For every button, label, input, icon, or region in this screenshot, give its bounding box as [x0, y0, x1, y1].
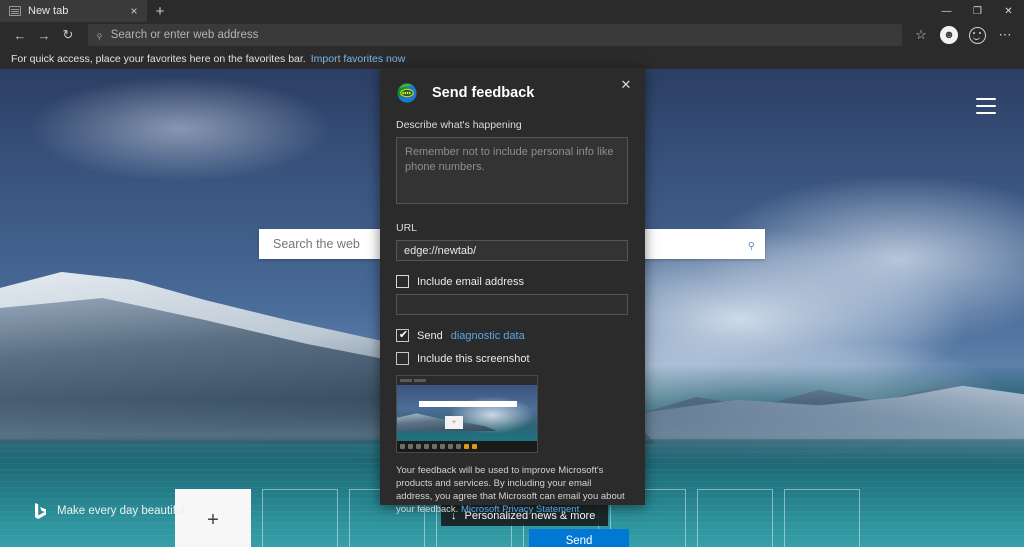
tab-new-tab[interactable]: New tab × — [0, 0, 147, 22]
page-settings-hamburger-icon[interactable] — [976, 98, 996, 114]
shortcut-tile[interactable] — [697, 489, 773, 547]
send-diagnostic-checkbox[interactable] — [396, 328, 410, 342]
newtab-icon — [9, 6, 21, 16]
email-input[interactable] — [396, 294, 628, 315]
feedback-button[interactable] — [964, 23, 990, 47]
thumbnail-page: + — [397, 385, 537, 443]
favorites-bar-message: For quick access, place your favorites h… — [11, 52, 306, 65]
favorites-bar: For quick access, place your favorites h… — [0, 48, 1024, 69]
bing-attribution[interactable]: Make every day beautiful — [34, 503, 185, 519]
settings-menu-icon[interactable]: ⋯ — [992, 23, 1018, 47]
feedback-hub-icon — [396, 82, 418, 104]
navigation-bar: ← → ↻ ⌕ Search or enter web address ☆ ☻ … — [0, 22, 1024, 48]
thumbnail-chrome — [397, 376, 537, 385]
back-icon[interactable]: ← — [8, 23, 32, 47]
tab-strip: New tab × + — ❐ ✕ — [0, 0, 1024, 22]
refresh-icon[interactable]: ↻ — [56, 23, 80, 47]
window-controls: — ❐ ✕ — [931, 0, 1024, 22]
forward-icon[interactable]: → — [32, 23, 56, 47]
search-icon: ⌕ — [91, 27, 107, 42]
navbar-actions: ☆ ☻ ⋯ — [908, 23, 1024, 47]
dialog-header: Send feedback — [396, 68, 629, 104]
import-favorites-link[interactable]: Import favorites now — [311, 53, 406, 65]
include-email-row[interactable]: Include email address — [396, 275, 629, 288]
send-diagnostic-row[interactable]: Send diagnostic data — [396, 328, 629, 342]
close-window-button[interactable]: ✕ — [993, 0, 1024, 22]
privacy-statement-link[interactable]: Microsoft Privacy Statement — [461, 504, 579, 515]
dialog-footer-text: Your feedback will be used to improve Mi… — [396, 464, 628, 516]
tab-title: New tab — [28, 5, 69, 17]
add-shortcut-tile[interactable]: + — [175, 489, 251, 547]
send-diagnostic-label: Send — [417, 329, 443, 342]
bing-logo-icon — [34, 503, 47, 519]
shortcut-tile[interactable] — [262, 489, 338, 547]
new-tab-button[interactable]: + — [147, 0, 173, 22]
include-screenshot-checkbox[interactable] — [396, 352, 409, 365]
thumbnail-search-box — [419, 401, 517, 407]
maximize-button[interactable]: ❐ — [962, 0, 993, 22]
thumbnail-mountain — [397, 413, 497, 431]
person-icon: ☻ — [940, 26, 958, 44]
screenshot-thumbnail[interactable]: + — [396, 375, 538, 453]
include-screenshot-label: Include this screenshot — [417, 352, 530, 365]
url-input[interactable] — [396, 240, 628, 261]
diagnostic-data-link[interactable]: diagnostic data — [451, 330, 525, 342]
minimize-button[interactable]: — — [931, 0, 962, 22]
include-email-label: Include email address — [417, 275, 525, 288]
close-icon[interactable]: × — [127, 5, 141, 17]
dialog-actions: Send — [396, 529, 629, 547]
describe-textarea[interactable] — [396, 137, 628, 204]
send-button[interactable]: Send — [529, 529, 629, 547]
thumbnail-taskbar — [397, 441, 537, 452]
describe-label: Describe what's happening — [396, 119, 522, 131]
url-label: URL — [396, 222, 418, 234]
send-feedback-dialog: ✕ Send feedback Describe what's happenin… — [380, 68, 645, 547]
smiley-icon — [968, 26, 986, 44]
address-bar[interactable]: ⌕ Search or enter web address — [88, 24, 902, 46]
dialog-title: Send feedback — [432, 85, 535, 101]
favorites-star-icon[interactable]: ☆ — [908, 23, 934, 47]
dialog-close-icon[interactable]: ✕ — [615, 74, 637, 96]
browser-window: New tab × + — ❐ ✕ ← → ↻ ⌕ Search or ente… — [0, 0, 1024, 547]
thumbnail-tile: + — [445, 416, 463, 429]
shortcut-tile[interactable] — [784, 489, 860, 547]
profile-button[interactable]: ☻ — [936, 23, 962, 47]
include-email-checkbox[interactable] — [396, 275, 409, 288]
address-placeholder: Search or enter web address — [110, 29, 259, 41]
include-screenshot-row[interactable]: Include this screenshot — [396, 352, 629, 365]
bing-tagline: Make every day beautiful — [57, 505, 185, 517]
